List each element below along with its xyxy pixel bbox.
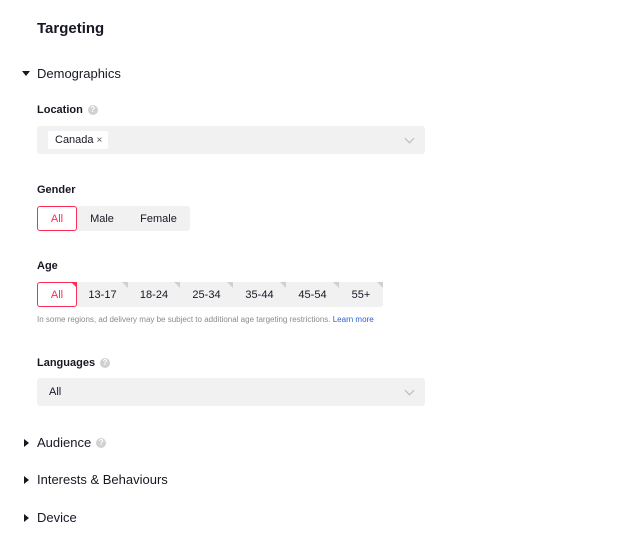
- caret-right-icon: [24, 513, 29, 522]
- gender-option-male[interactable]: Male: [77, 206, 127, 231]
- section-label: Demographics: [37, 66, 121, 81]
- option-label: 35-44: [245, 288, 274, 301]
- chevron-down-icon[interactable]: [404, 133, 415, 144]
- section-toggle-audience[interactable]: Audience ?: [22, 435, 107, 450]
- gender-label: Gender: [37, 184, 76, 196]
- chevron-down-icon[interactable]: [404, 385, 415, 396]
- age-option-35-44[interactable]: 35-44: [233, 282, 286, 307]
- age-option-25-34[interactable]: 25-34: [180, 282, 233, 307]
- caret-right-icon: [24, 475, 29, 484]
- location-select[interactable]: Canada ×: [37, 126, 425, 154]
- option-label: 45-54: [298, 288, 327, 301]
- page-title: Targeting: [37, 20, 105, 37]
- gender-option-all[interactable]: All: [37, 206, 77, 231]
- languages-value: All: [49, 386, 62, 398]
- learn-more-link[interactable]: Learn more: [333, 315, 374, 324]
- age-selector: All 13-17 18-24 25-34 35-44 45-54 55+: [37, 282, 383, 307]
- age-label: Age: [37, 260, 58, 272]
- section-label: Device: [37, 510, 77, 525]
- option-label: 18-24: [139, 288, 169, 301]
- question-circle-icon[interactable]: ?: [87, 105, 98, 115]
- option-label: 25-34: [192, 288, 221, 301]
- location-label: Location ?: [37, 104, 98, 116]
- section-toggle-demographics[interactable]: Demographics: [22, 66, 121, 81]
- age-option-45-54[interactable]: 45-54: [286, 282, 339, 307]
- gender-selector: All Male Female: [37, 206, 190, 231]
- caret-down-icon: [22, 71, 30, 76]
- age-option-55-plus[interactable]: 55+: [339, 282, 383, 307]
- age-restriction-note: In some regions, ad delivery may be subj…: [37, 315, 374, 324]
- corner-marker: [377, 282, 383, 288]
- location-tag: Canada ×: [48, 131, 109, 149]
- note-text: In some regions, ad delivery may be subj…: [37, 315, 331, 324]
- section-toggle-device[interactable]: Device: [22, 510, 77, 525]
- option-label: Male: [90, 212, 114, 225]
- option-label: All: [50, 212, 64, 225]
- age-option-18-24[interactable]: 18-24: [128, 282, 180, 307]
- age-option-13-17[interactable]: 13-17: [77, 282, 128, 307]
- languages-label-text: Languages: [37, 357, 96, 369]
- gender-option-female[interactable]: Female: [127, 206, 190, 231]
- option-label: All: [50, 288, 64, 301]
- age-option-all[interactable]: All: [37, 282, 77, 307]
- caret-right-icon: [24, 438, 29, 447]
- question-circle-icon[interactable]: ?: [100, 358, 111, 368]
- languages-label: Languages ?: [37, 357, 111, 369]
- remove-tag-icon[interactable]: ×: [97, 135, 103, 146]
- section-label: Audience: [37, 435, 92, 450]
- location-tag-label: Canada: [55, 134, 94, 146]
- languages-select[interactable]: All: [37, 378, 425, 406]
- option-label: 13-17: [88, 288, 117, 301]
- section-label: Interests & Behaviours: [37, 472, 168, 487]
- option-label: Female: [140, 212, 177, 225]
- question-circle-icon[interactable]: ?: [96, 437, 107, 448]
- location-label-text: Location: [37, 104, 83, 116]
- option-label: 55+: [351, 288, 371, 301]
- section-toggle-interests-behaviours[interactable]: Interests & Behaviours: [22, 472, 168, 487]
